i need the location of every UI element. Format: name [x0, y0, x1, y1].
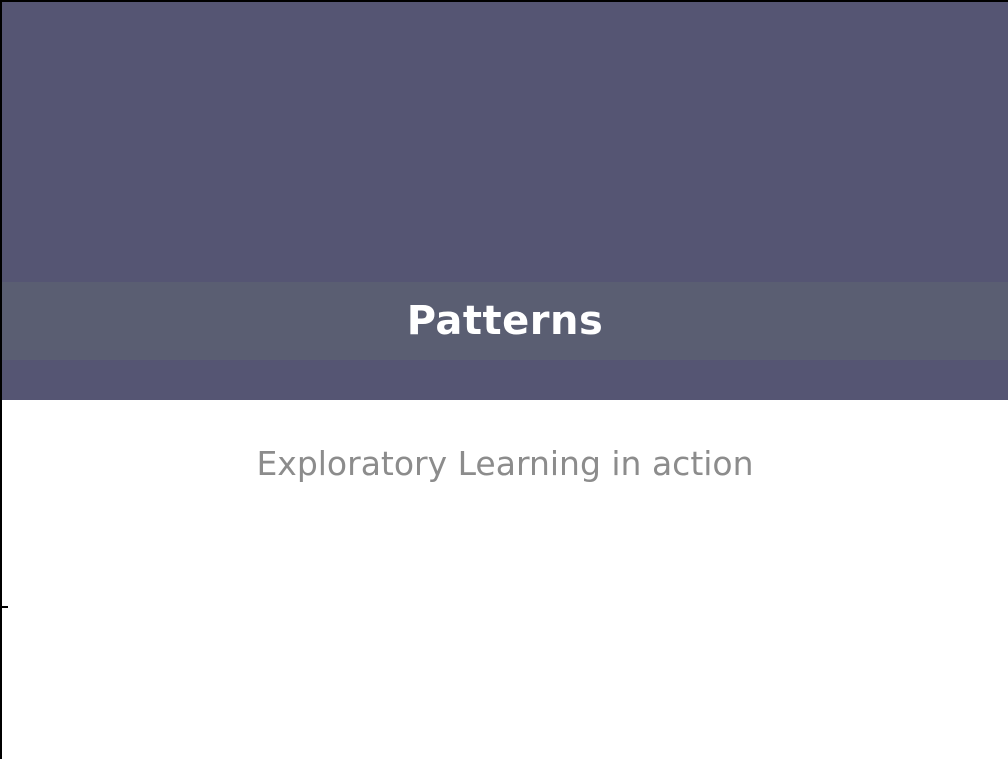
slide-title: Patterns: [406, 298, 604, 344]
slide-subtitle: Exploratory Learning in action: [256, 444, 754, 483]
slide: Patterns Exploratory Learning in action: [0, 0, 1008, 759]
left-edge-mark: [0, 606, 8, 608]
title-strip: Patterns: [2, 282, 1008, 360]
slide-header-band: Patterns: [2, 2, 1008, 400]
